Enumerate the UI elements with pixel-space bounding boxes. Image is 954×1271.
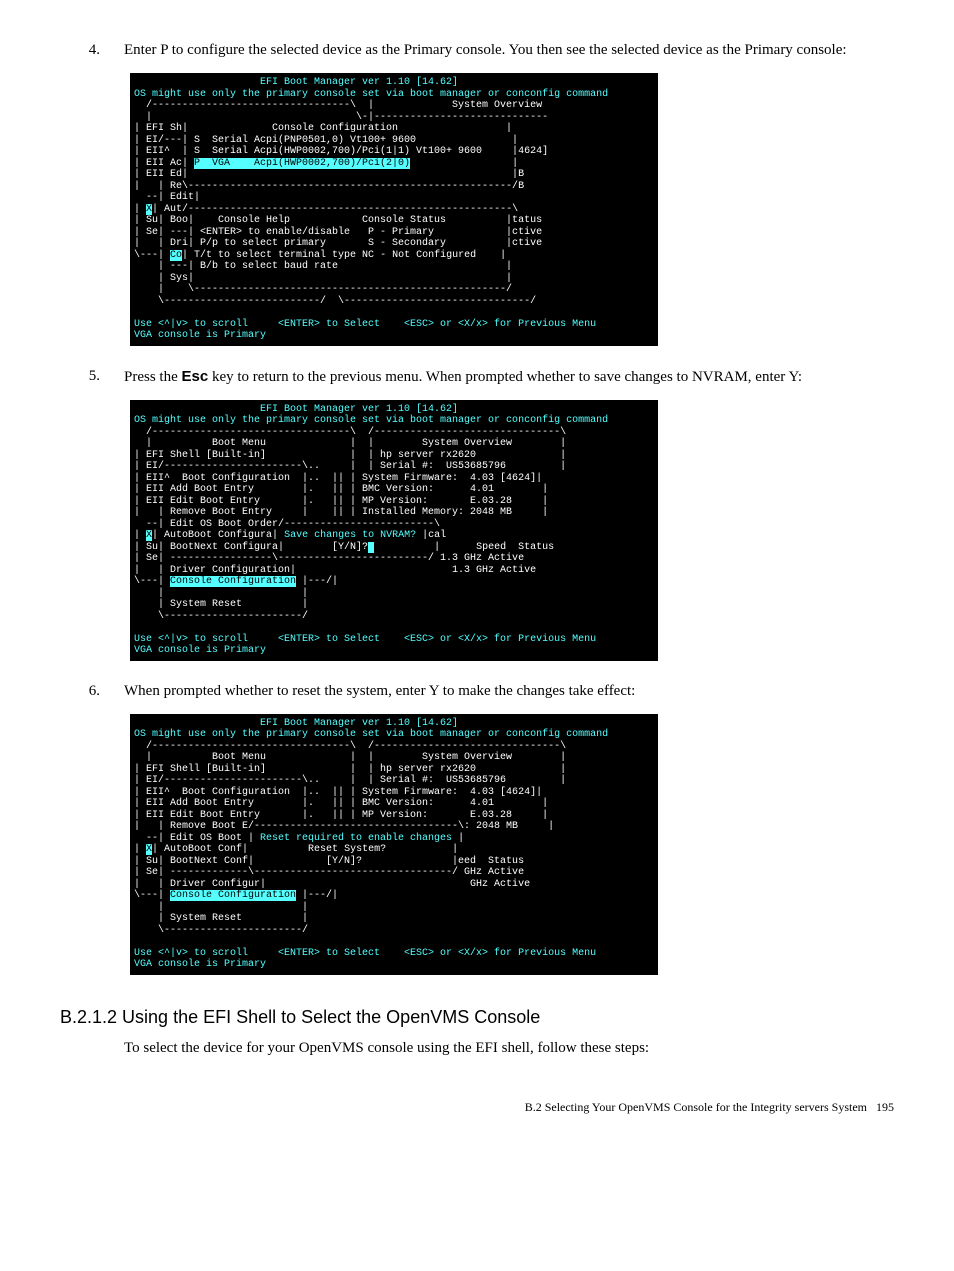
page-footer: B.2 Selecting Your OpenVMS Console for t… <box>60 1099 894 1116</box>
step-number: 6. <box>60 681 124 702</box>
step-6: 6. When prompted whether to reset the sy… <box>60 681 894 702</box>
terminal-screenshot-3: EFI Boot Manager ver 1.10 [14.62] OS mig… <box>130 714 658 975</box>
section-intro: To select the device for your OpenVMS co… <box>124 1038 894 1059</box>
esc-key: Esc <box>182 368 209 385</box>
step-5: 5. Press the Esc key to return to the pr… <box>60 366 894 388</box>
step-text: Press the Esc key to return to the previ… <box>124 366 894 388</box>
step-text: When prompted whether to reset the syste… <box>124 681 894 702</box>
terminal-screenshot-1: EFI Boot Manager ver 1.10 [14.62] OS mig… <box>130 73 658 346</box>
step-number: 4. <box>60 40 124 61</box>
step-4: 4. Enter P to configure the selected dev… <box>60 40 894 61</box>
footer-text: B.2 Selecting Your OpenVMS Console for t… <box>525 1100 867 1114</box>
terminal-screenshot-2: EFI Boot Manager ver 1.10 [14.62] OS mig… <box>130 400 658 661</box>
step-text: Enter P to configure the selected device… <box>124 40 894 61</box>
step-number: 5. <box>60 366 124 388</box>
section-heading: B.2.1.2 Using the EFI Shell to Select th… <box>60 1005 894 1030</box>
page-number: 195 <box>876 1100 894 1114</box>
